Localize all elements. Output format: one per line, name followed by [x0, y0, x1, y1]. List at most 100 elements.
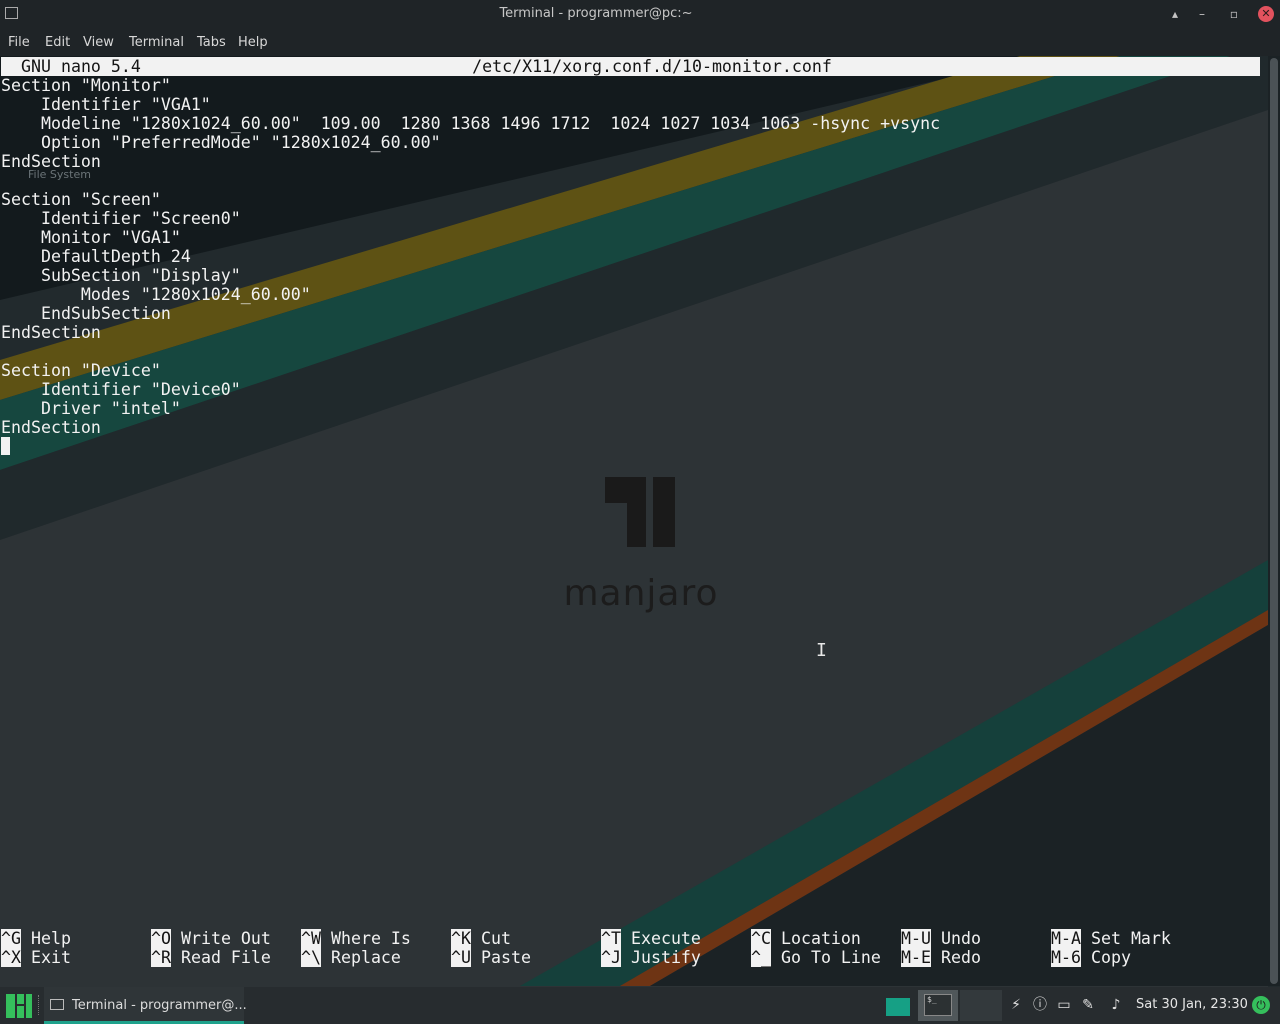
- shortcut-justify[interactable]: ^J Justify: [601, 948, 701, 967]
- file-line: EndSection: [1, 323, 101, 342]
- file-line: Section "Monitor": [1, 76, 171, 95]
- shortcut-read-file[interactable]: ^R Read File: [151, 948, 271, 967]
- shortcut-key: M-6: [1051, 948, 1081, 967]
- shortcut-set-mark[interactable]: M-A Set Mark: [1051, 929, 1171, 948]
- shortcut-key: ^C: [751, 929, 771, 948]
- shortcut-paste[interactable]: ^U Paste: [451, 948, 531, 967]
- file-line: Option "PreferredMode" "1280x1024_60.00": [1, 133, 441, 152]
- desktop-preview-icon: [886, 998, 910, 1016]
- shortcut-key: M-A: [1051, 929, 1081, 948]
- nano-filename: /etc/X11/xorg.conf.d/10-monitor.conf: [472, 57, 832, 76]
- security-icon[interactable]: ⓘ: [1032, 997, 1048, 1013]
- menu-help[interactable]: Help: [238, 35, 268, 50]
- taskbar-item-label: Terminal - programmer@...: [72, 998, 247, 1013]
- clock[interactable]: Sat 30 Jan, 23:30: [1136, 997, 1248, 1012]
- volume-icon[interactable]: ♪: [1108, 997, 1124, 1013]
- shortcut-replace[interactable]: ^\ Replace: [301, 948, 401, 967]
- file-line: Modeline "1280x1024_60.00" 109.00 1280 1…: [1, 114, 941, 133]
- shortcut-label: Execute: [630, 929, 701, 948]
- shortcut-label: Location: [780, 929, 861, 948]
- menu-terminal[interactable]: Terminal: [129, 35, 184, 50]
- shortcut-key: ^R: [151, 948, 171, 967]
- window-title: Terminal - programmer@pc:~: [499, 6, 693, 21]
- shortcut-label: Replace: [330, 948, 401, 967]
- minimize-button[interactable]: –: [1194, 6, 1210, 22]
- shortcut-where-is[interactable]: ^W Where Is: [301, 929, 411, 948]
- file-line: Monitor "VGA1": [1, 228, 181, 247]
- close-button[interactable]: ✕: [1258, 6, 1274, 22]
- file-line: Modes "1280x1024_60.00": [1, 285, 311, 304]
- file-line: Section "Device": [1, 361, 161, 380]
- file-line: Identifier "Screen0": [1, 209, 241, 228]
- shortcut-key: ^T: [601, 929, 621, 948]
- shortcut-label: Set Mark: [1090, 929, 1171, 948]
- shortcut-help[interactable]: ^G Help: [1, 929, 71, 948]
- shortcut-cut[interactable]: ^K Cut: [451, 929, 511, 948]
- text-cursor: [1, 437, 10, 455]
- menu-file[interactable]: File: [8, 35, 30, 50]
- clip-icon[interactable]: ✎: [1080, 997, 1096, 1013]
- file-line: Driver "intel": [1, 399, 181, 418]
- ibeam-cursor-icon: I: [816, 640, 827, 661]
- shortcut-key: ^W: [301, 929, 321, 948]
- file-line: SubSection "Display": [1, 266, 241, 285]
- shortcut-key: ^X: [1, 948, 21, 967]
- window-titlebar[interactable]: Terminal - programmer@pc:~ ▴ – ▫ ✕: [0, 0, 1280, 28]
- shortcut-execute[interactable]: ^T Execute: [601, 929, 701, 948]
- taskbar: Terminal - programmer@... $_ ⚡ ⓘ ▭ ✎ ♪ S…: [0, 987, 1280, 1024]
- shortcut-location[interactable]: ^C Location: [751, 929, 861, 948]
- taskbar-separator: [38, 995, 41, 1015]
- shortcut-write-out[interactable]: ^O Write Out: [151, 929, 271, 948]
- scrollbar-thumb[interactable]: [1270, 58, 1278, 984]
- file-line: Section "Screen": [1, 190, 161, 209]
- file-line: EndSection: [1, 152, 101, 171]
- shortcut-label: Read File: [180, 948, 271, 967]
- menu-tabs[interactable]: Tabs: [197, 35, 226, 50]
- shortcut-redo[interactable]: M-E Redo: [901, 948, 981, 967]
- nano-header: GNU nano 5.4 /etc/X11/xorg.conf.d/10-mon…: [1, 57, 1260, 76]
- terminal-scrollbar[interactable]: [1268, 56, 1280, 986]
- network-icon[interactable]: ⚡: [1008, 997, 1024, 1013]
- shortcut-key: ^O: [151, 929, 171, 948]
- workspace-3[interactable]: [960, 990, 1002, 1021]
- file-line: Identifier "VGA1": [1, 95, 211, 114]
- file-line: DefaultDepth 24: [1, 247, 191, 266]
- menu-edit[interactable]: Edit: [45, 35, 70, 50]
- shortcut-label: Exit: [30, 948, 71, 967]
- shortcut-label: Write Out: [180, 929, 271, 948]
- shade-button[interactable]: ▴: [1167, 6, 1183, 22]
- shortcut-label: Help: [30, 929, 71, 948]
- power-icon[interactable]: ⏻: [1252, 996, 1270, 1014]
- shortcut-exit[interactable]: ^X Exit: [1, 948, 71, 967]
- shortcut-key: ^G: [1, 929, 21, 948]
- menu-view[interactable]: View: [83, 35, 114, 50]
- shortcut-copy[interactable]: M-6 Copy: [1051, 948, 1131, 967]
- shortcut-label: Redo: [940, 948, 981, 967]
- shortcut-key: ^\: [301, 948, 321, 967]
- workspace-2[interactable]: $_: [918, 990, 958, 1021]
- shortcut-key: ^U: [451, 948, 471, 967]
- shortcut-key: ^_: [751, 948, 771, 967]
- terminal-preview-icon: $_: [924, 994, 952, 1016]
- shortcut-label: Copy: [1090, 948, 1131, 967]
- maximize-button[interactable]: ▫: [1226, 6, 1242, 22]
- manjaro-menu-button[interactable]: [4, 990, 32, 1020]
- shortcut-go-to-line[interactable]: ^_ Go To Line: [751, 948, 881, 967]
- shortcut-key: M-E: [901, 948, 931, 967]
- file-line: EndSubSection: [1, 304, 171, 323]
- shortcut-key: M-U: [901, 929, 931, 948]
- shortcut-label: Justify: [630, 948, 701, 967]
- shortcut-label: Paste: [480, 948, 531, 967]
- file-line: EndSection: [1, 418, 101, 437]
- taskbar-item-terminal[interactable]: Terminal - programmer@...: [44, 987, 247, 1024]
- display-icon[interactable]: ▭: [1056, 997, 1072, 1013]
- shortcut-undo[interactable]: M-U Undo: [901, 929, 981, 948]
- file-line: Identifier "Device0": [1, 380, 241, 399]
- terminal-area[interactable]: GNU nano 5.4 /etc/X11/xorg.conf.d/10-mon…: [0, 56, 1280, 986]
- shortcut-label: Undo: [940, 929, 981, 948]
- shortcut-label: Where Is: [330, 929, 411, 948]
- menubar: File Edit View Terminal Tabs Help: [0, 28, 1280, 56]
- shortcut-key: ^J: [601, 948, 621, 967]
- shortcut-key: ^K: [451, 929, 471, 948]
- workspace-1[interactable]: [880, 990, 916, 1021]
